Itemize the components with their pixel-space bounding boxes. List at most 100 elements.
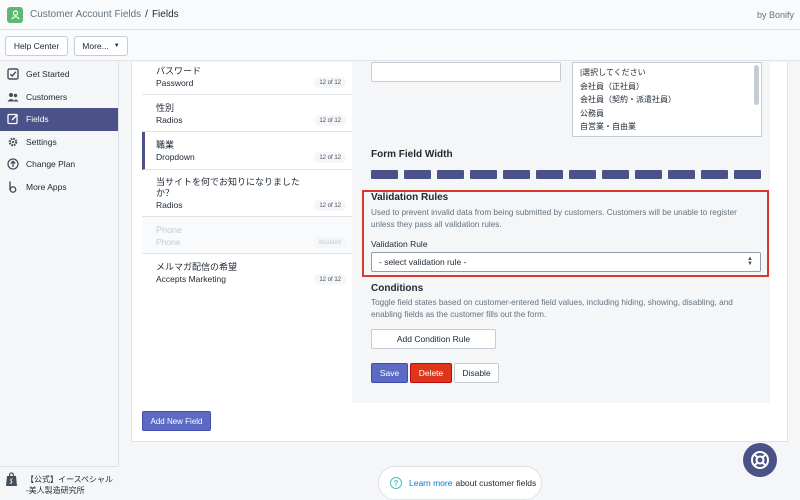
width-segment[interactable] <box>635 170 662 179</box>
field-title: 性別 <box>156 103 175 113</box>
field-title: 職業 <box>156 140 175 150</box>
app-logo-icon <box>7 6 23 23</box>
width-segment[interactable] <box>734 170 761 179</box>
people-icon <box>7 92 19 101</box>
field-type: Dropdown <box>156 152 195 162</box>
field-badge: 12 of 12 <box>314 200 346 211</box>
width-segment[interactable] <box>371 170 398 179</box>
width-segment[interactable] <box>536 170 563 179</box>
sidebar-item-get-started[interactable]: Get Started <box>0 63 118 86</box>
field-badge: 12 of 12 <box>314 77 346 88</box>
field-title: 当サイトを何でお知りになりましたか？ <box>156 177 301 198</box>
field-item-password[interactable]: パスワード Password 12 of 12 <box>142 62 352 95</box>
top-bar: Customer Account Fields / Fields by Boni… <box>0 0 800 30</box>
sidebar-item-label: Customers <box>26 91 68 102</box>
edit-icon <box>7 113 18 125</box>
option-line: |選択してください <box>580 68 646 77</box>
sidebar-item-fields[interactable]: Fields <box>0 108 118 131</box>
width-segment[interactable] <box>569 170 596 179</box>
field-editor: |選択してください 会社員（正社員） 会社員（契約・派遣社員） 公務員 自営業・… <box>352 62 770 403</box>
sidebar-item-customers[interactable]: Customers <box>0 86 118 109</box>
store-name: 【公式】イースペシャル -美人製造研究所 <box>26 475 114 495</box>
disable-button[interactable]: Disable <box>454 363 499 383</box>
shopify-bag-icon <box>6 472 17 486</box>
checkbox-icon <box>7 68 19 80</box>
breadcrumb-app[interactable]: Customer Account Fields <box>30 9 141 20</box>
form-field-width-title: Form Field Width <box>371 149 453 160</box>
field-badge: 12 of 12 <box>314 152 346 163</box>
conditions-description: Toggle field states based on customer-en… <box>371 298 733 319</box>
field-badge: disabled <box>313 237 346 248</box>
field-type: Radios <box>156 200 183 210</box>
sidebar: Get Started Customers Fields Settings Ch… <box>0 62 119 500</box>
option-line: 会社員（正社員） <box>580 81 644 91</box>
option-line: 自営業・自由業 <box>580 122 636 132</box>
sidebar-item-label: Settings <box>26 136 57 147</box>
field-type: Phone <box>156 237 181 247</box>
sidebar-item-more-apps[interactable]: More Apps <box>0 176 118 199</box>
field-type: Radios <box>156 115 183 125</box>
validation-rule-value: - select validation rule - <box>379 257 467 267</box>
gear-icon <box>8 137 18 146</box>
field-item-occupation[interactable]: 職業 Dropdown 12 of 12 <box>142 132 352 170</box>
learn-more-banner: ? Learn more about customer fields <box>378 466 542 500</box>
help-center-button[interactable]: Help Center <box>5 36 68 56</box>
toolbar: Help Center More... ▼ <box>0 31 800 61</box>
add-new-field-button[interactable]: Add New Field <box>142 411 211 431</box>
sidebar-item-label: Get Started <box>26 69 70 80</box>
support-chat-button[interactable] <box>743 443 777 477</box>
save-button[interactable]: Save <box>371 363 408 383</box>
select-arrows-icon: ▲ ▼ <box>747 256 753 267</box>
field-width-selector[interactable] <box>371 170 761 179</box>
width-segment[interactable] <box>470 170 497 179</box>
add-condition-rule-button[interactable]: Add Condition Rule <box>371 329 496 349</box>
arrow-up-circle-icon <box>7 158 19 170</box>
sidebar-item-label: More Apps <box>26 181 67 192</box>
sidebar-item-label: Change Plan <box>26 159 76 170</box>
breadcrumb-separator: / <box>145 9 148 20</box>
width-segment[interactable] <box>668 170 695 179</box>
bonify-icon <box>9 181 17 193</box>
store-switcher[interactable]: 【公式】イースペシャル -美人製造研究所 <box>0 466 119 500</box>
field-title: パスワード <box>156 66 202 76</box>
page-title: Fields <box>151 9 179 20</box>
option-line: 会社員（契約・派遣社員） <box>580 95 676 105</box>
field-type: Accepts Marketing <box>156 274 226 284</box>
learn-more-text: about customer fields <box>455 478 537 488</box>
field-item-marketing[interactable]: メルマガ配信の希望 Accepts Marketing 12 of 12 <box>142 254 352 294</box>
validation-rule-label: Validation Rule <box>371 239 428 249</box>
width-segment[interactable] <box>404 170 431 179</box>
field-item-referral[interactable]: 当サイトを何でお知りになりましたか？ Radios 12 of 12 <box>142 170 352 217</box>
sidebar-item-settings[interactable]: Settings <box>0 131 118 154</box>
width-segment[interactable] <box>602 170 629 179</box>
width-segment[interactable] <box>437 170 464 179</box>
sidebar-item-label: Fields <box>26 114 49 125</box>
width-segment[interactable] <box>503 170 530 179</box>
more-menu-label: More... <box>82 41 109 51</box>
field-badge: 12 of 12 <box>314 274 346 285</box>
more-menu-button[interactable]: More... ▼ <box>74 36 128 56</box>
field-title: メルマガ配信の希望 <box>156 262 238 272</box>
delete-button[interactable]: Delete <box>410 363 452 383</box>
option-line: 公務員 <box>580 108 604 118</box>
field-label-input[interactable] <box>371 62 561 82</box>
validation-rules-title: Validation Rules <box>371 192 449 203</box>
validation-rules-description: Used to prevent invalid data from being … <box>371 208 737 229</box>
help-circle-icon: ? <box>390 477 402 489</box>
lifebuoy-icon <box>751 451 769 469</box>
field-badge: 12 of 12 <box>314 115 346 126</box>
vendor-label: by Bonify <box>756 10 794 20</box>
chevron-down-icon: ▼ <box>113 43 120 49</box>
dropdown-options-textarea[interactable]: |選択してください 会社員（正社員） 会社員（契約・派遣社員） 公務員 自営業・… <box>572 62 762 137</box>
field-title: Phone <box>156 225 183 235</box>
sidebar-item-change-plan[interactable]: Change Plan <box>0 153 118 176</box>
field-item-phone[interactable]: Phone Phone disabled <box>142 217 352 254</box>
validation-rule-select[interactable]: - select validation rule - ▲ ▼ <box>371 252 761 272</box>
conditions-title: Conditions <box>371 283 424 294</box>
help-center-label: Help Center <box>13 41 60 51</box>
width-segment[interactable] <box>701 170 728 179</box>
learn-more-link[interactable]: Learn more <box>409 478 452 488</box>
field-type: Password <box>156 78 194 88</box>
scrollbar[interactable] <box>754 65 759 105</box>
field-item-gender[interactable]: 性別 Radios 12 of 12 <box>142 95 352 132</box>
